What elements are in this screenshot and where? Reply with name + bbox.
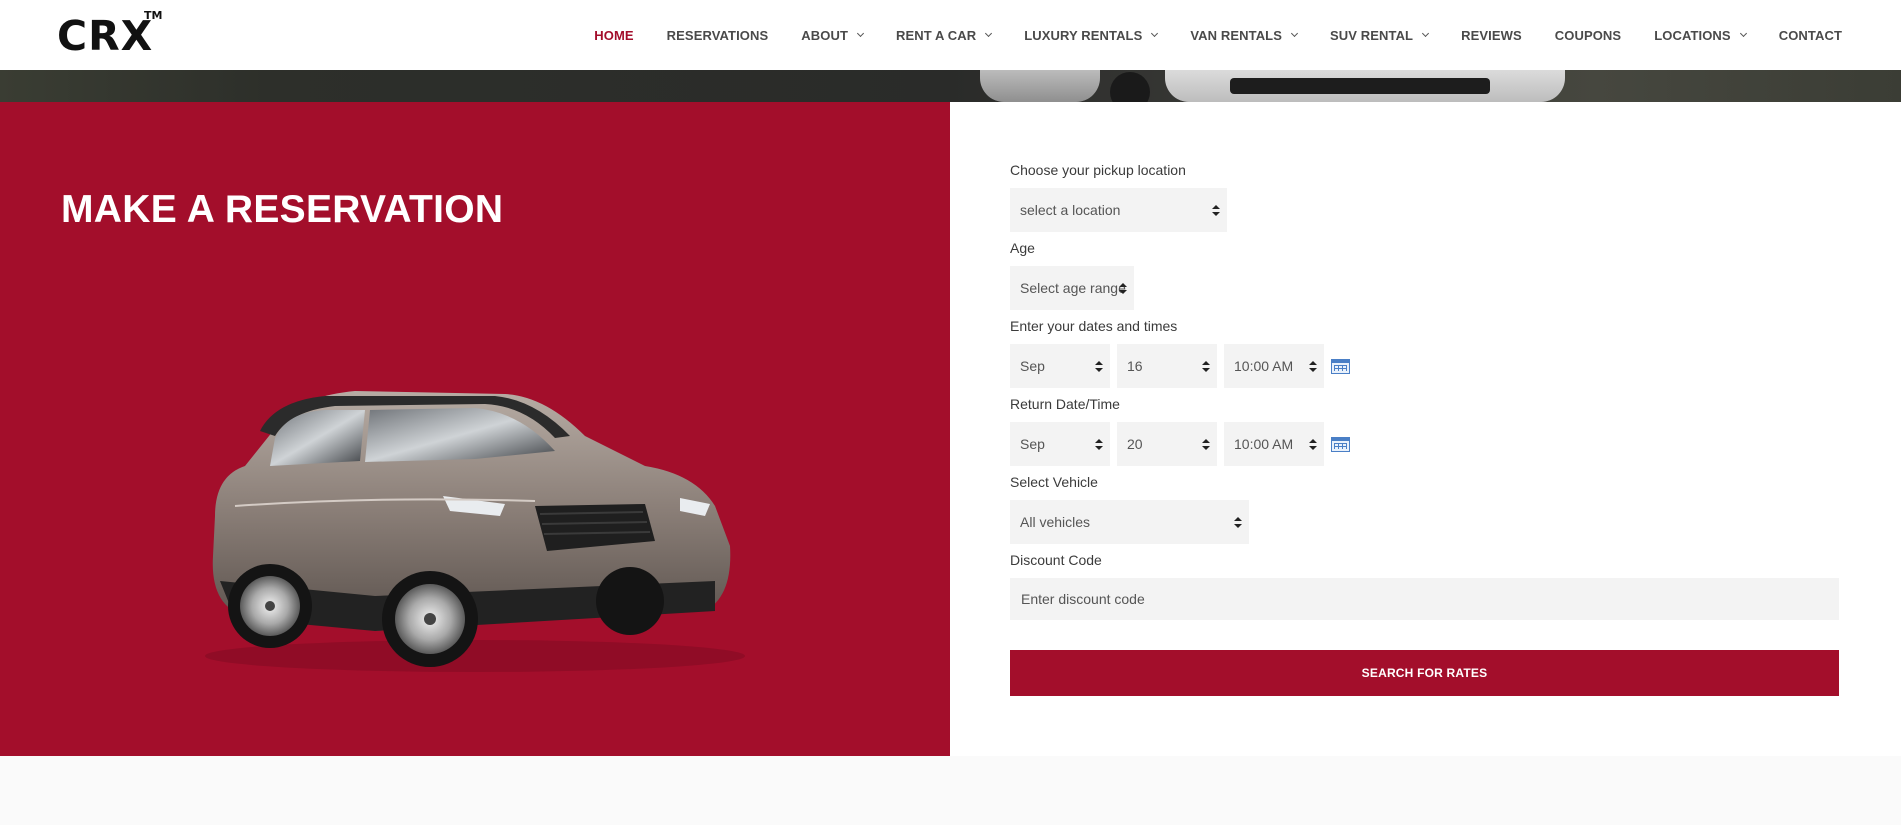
return-calendar-icon[interactable] [1331, 437, 1350, 452]
pickup-time-value: 10:00 AM [1234, 358, 1294, 374]
select-arrows-icon [1309, 439, 1317, 451]
return-time-select[interactable]: 10:00 AM [1224, 422, 1324, 466]
nav-reviews-label: REVIEWS [1461, 27, 1522, 43]
suv-car-illustration [205, 391, 745, 672]
age-label: Age [1010, 240, 1035, 256]
pickup-day-select[interactable]: 16 [1117, 344, 1217, 388]
return-date-label: Return Date/Time [1010, 396, 1120, 412]
nav-reservations[interactable]: RESERVATIONS [667, 28, 769, 43]
pickup-dates-label: Enter your dates and times [1010, 318, 1178, 334]
nav-luxury-rentals[interactable]: LUXURY RENTALS [1024, 27, 1159, 43]
select-arrows-icon [1212, 205, 1220, 217]
hero-car-shape [980, 70, 1100, 102]
select-arrows-icon [1095, 439, 1103, 451]
search-rates-button[interactable]: SEARCH FOR RATES [1010, 650, 1839, 696]
nav-home[interactable]: HOME [594, 28, 633, 43]
nav-suv-rental-label: SUV RENTAL [1330, 27, 1414, 43]
pickup-location-label: Choose your pickup location [1010, 162, 1186, 178]
pickup-calendar-icon[interactable] [1331, 359, 1350, 374]
site-logo[interactable]: CRX [57, 12, 153, 60]
reservation-hero-panel: MAKE A RESERVATION [0, 102, 950, 756]
vehicle-value: All vehicles [1020, 514, 1091, 530]
nav-home-label: HOME [594, 27, 634, 43]
nav-rent-a-car-label: RENT A CAR [896, 27, 977, 43]
chevron-down-icon [1422, 29, 1430, 37]
chevron-down-icon [1151, 29, 1159, 37]
nav-contact-label: CONTACT [1778, 27, 1842, 43]
select-arrows-icon [1119, 283, 1127, 295]
age-range-select[interactable]: Select age range [1010, 266, 1134, 310]
nav-luxury-rentals-label: LUXURY RENTALS [1024, 27, 1143, 43]
select-arrows-icon [1202, 361, 1210, 373]
return-month-value: Sep [1020, 436, 1045, 452]
pickup-time-select[interactable]: 10:00 AM [1224, 344, 1324, 388]
vehicle-select[interactable]: All vehicles [1010, 500, 1249, 544]
hero-car-grille [1230, 78, 1490, 94]
hero-banner-image [0, 70, 1901, 102]
chevron-down-icon [856, 29, 865, 37]
hero-wheel-shape [1110, 72, 1150, 102]
pickup-month-value: Sep [1020, 358, 1045, 374]
select-arrows-icon [1309, 361, 1317, 373]
nav-van-rentals-label: VAN RENTALS [1190, 27, 1282, 43]
reservation-form-panel: Choose your pickup location select a loc… [950, 102, 1901, 756]
return-month-select[interactable]: Sep [1010, 422, 1110, 466]
vehicle-label: Select Vehicle [1010, 474, 1098, 490]
chevron-down-icon [1739, 29, 1747, 37]
nav-locations[interactable]: LOCATIONS [1654, 27, 1747, 43]
chevron-down-icon [1290, 29, 1299, 37]
nav-reviews[interactable]: REVIEWS [1461, 28, 1522, 43]
chevron-down-icon [985, 29, 993, 37]
site-header: CRX TM HOME RESERVATIONS ABOUT RENT A CA… [0, 0, 1901, 70]
main-nav: HOME RESERVATIONS ABOUT RENT A CAR LUXUR… [561, 0, 1842, 70]
return-day-select[interactable]: 20 [1117, 422, 1217, 466]
nav-coupons[interactable]: COUPONS [1555, 28, 1621, 43]
select-arrows-icon [1202, 439, 1210, 451]
nav-rent-a-car[interactable]: RENT A CAR [896, 27, 993, 43]
age-range-value: Select age range [1020, 280, 1126, 296]
reservation-title: MAKE A RESERVATION [61, 188, 504, 231]
nav-about-label: ABOUT [801, 27, 848, 43]
return-day-value: 20 [1127, 436, 1143, 452]
nav-reservations-label: RESERVATIONS [666, 27, 769, 43]
discount-code-input[interactable] [1010, 578, 1839, 620]
nav-contact[interactable]: CONTACT [1779, 28, 1842, 43]
pickup-location-value: select a location [1020, 202, 1121, 218]
select-arrows-icon [1095, 361, 1103, 373]
nav-locations-label: LOCATIONS [1654, 27, 1731, 43]
logo-trademark: TM [144, 9, 163, 22]
pickup-day-value: 16 [1127, 358, 1143, 374]
page-lower-section [0, 756, 1901, 825]
select-arrows-icon [1234, 517, 1242, 529]
nav-about[interactable]: ABOUT [801, 27, 865, 43]
pickup-month-select[interactable]: Sep [1010, 344, 1110, 388]
pickup-location-select[interactable]: select a location [1010, 188, 1227, 232]
return-time-value: 10:00 AM [1234, 436, 1294, 452]
nav-coupons-label: COUPONS [1554, 27, 1622, 43]
nav-van-rentals[interactable]: VAN RENTALS [1190, 27, 1299, 43]
discount-code-label: Discount Code [1010, 552, 1102, 568]
nav-suv-rental[interactable]: SUV RENTAL [1330, 27, 1430, 43]
